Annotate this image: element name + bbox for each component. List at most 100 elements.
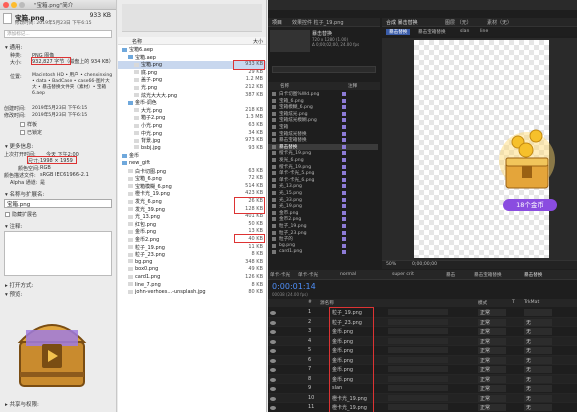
layer-switches[interactable] [388, 404, 448, 410]
project-item[interactable]: 粒子_23.png [268, 230, 378, 237]
eye-icon[interactable] [270, 320, 276, 325]
label-color-swatch[interactable] [342, 197, 346, 202]
label-color-swatch[interactable] [342, 111, 346, 116]
comments-textarea[interactable] [4, 231, 112, 276]
file-row[interactable]: 背景.jpg 973 KB [118, 137, 266, 145]
file-row[interactable]: 小光.png 63 KB [118, 122, 266, 130]
label-color-swatch[interactable] [342, 151, 346, 156]
file-row[interactable]: box0.png 49 KB [118, 266, 266, 274]
tab-effects[interactable]: 效果控件 粒子_19.png [292, 19, 344, 26]
eye-icon[interactable] [270, 377, 276, 382]
layer-switches[interactable] [388, 366, 448, 372]
file-row[interactable]: card1.png 126 KB [118, 274, 266, 282]
eye-icon[interactable] [270, 330, 276, 334]
timeline-layer-row[interactable]: 7 金币.png 正常无 [268, 365, 577, 375]
tl-tab-5[interactable]: 暴击宝箱替换 [474, 272, 502, 278]
timeline-layer-row[interactable]: 8 金币.png 正常无 [268, 374, 577, 384]
trkmat-select[interactable]: 无 [524, 366, 552, 373]
label-color-swatch[interactable] [342, 92, 346, 96]
label-color-swatch[interactable] [342, 144, 346, 149]
file-row[interactable]: bsbj.jpg 93 KB [118, 145, 266, 153]
project-item[interactable]: 光_15.png [268, 190, 378, 197]
trkmat-select[interactable]: 无 [524, 375, 552, 383]
layer-switches[interactable] [388, 328, 448, 334]
comp-tab-1[interactable]: 暴击宝箱替换 [418, 29, 446, 35]
tl-tab-2[interactable]: normal [340, 272, 356, 277]
file-row[interactable]: 粒子_23.png 8 KB [118, 251, 266, 259]
layer-switches[interactable] [388, 375, 448, 382]
project-item[interactable]: 粒子_19.png [268, 223, 378, 230]
proj-col-name[interactable]: 名称 [280, 83, 289, 89]
label-color-swatch[interactable] [342, 217, 346, 222]
label-color-swatch[interactable] [342, 98, 346, 103]
file-row[interactable]: 光.png 212 KB [118, 84, 266, 92]
file-row[interactable]: 粒子_19.png 11 KB [118, 244, 266, 252]
tab-project[interactable]: 项目 [272, 19, 282, 26]
project-item[interactable]: 宝箱炫光替换 [268, 131, 378, 138]
folder-row[interactable]: 金币-调色 [118, 99, 266, 107]
file-row[interactable]: 白卡切图.png 63 KB [118, 168, 266, 176]
timeline-layer-row[interactable]: 5 金币.png 正常无 [268, 346, 577, 356]
trkmat-select[interactable]: 无 [524, 347, 552, 354]
trkmat-select[interactable] [524, 309, 552, 316]
timeline-layer-row[interactable]: 9 slan 正常无 [268, 384, 577, 394]
name-input[interactable]: 宝箱.png [4, 199, 112, 208]
timeline-layer-row[interactable]: 1 粒子_19.png 正常 [268, 308, 577, 318]
project-item[interactable]: card1.png [268, 249, 378, 256]
proj-col-label[interactable]: 注释 [348, 83, 357, 89]
trkmat-select[interactable]: 无 [524, 385, 552, 392]
label-color-swatch[interactable] [342, 230, 346, 235]
layer-switches[interactable] [388, 356, 448, 363]
tab-composition[interactable]: 合成 暴击替换 [386, 19, 418, 26]
tl-col-trkmat[interactable]: TrkMat [524, 300, 539, 305]
label-color-swatch[interactable] [342, 138, 346, 143]
file-row[interactable]: bg.png 348 KB [118, 259, 266, 267]
project-search-input[interactable] [272, 66, 376, 73]
label-color-swatch[interactable] [342, 191, 346, 195]
label-color-swatch[interactable] [342, 237, 346, 242]
blend-mode-select[interactable]: 正常 [478, 404, 506, 411]
tl-col-mode[interactable]: 模式 [478, 300, 487, 306]
label-color-swatch[interactable] [342, 224, 346, 228]
timeline-layer-row[interactable]: 10 橙卡光_19.png 正常无 [268, 393, 577, 403]
timeline-layer-row[interactable]: 6 金币.png 正常无 [268, 355, 577, 365]
trkmat-select[interactable]: 无 [524, 337, 552, 345]
label-color-swatch[interactable] [342, 210, 346, 215]
locked-checkbox[interactable] [20, 130, 25, 135]
layer-switches[interactable] [388, 337, 448, 344]
comp-tab-0[interactable]: 暴击替换 [386, 29, 411, 35]
file-row[interactable]: 盖子.png 1.2 MB [118, 76, 266, 84]
tl-tab-6[interactable]: 暴击替换 [524, 272, 542, 278]
timeline-layer-row[interactable]: 11 橙卡光_19.png 正常无 [268, 403, 577, 412]
project-item[interactable]: 金币.png [268, 210, 378, 217]
eye-icon[interactable] [270, 396, 276, 401]
tl-tab-3[interactable]: super crit [392, 272, 414, 277]
project-item[interactable]: 白卡切图%Wd.png [268, 91, 378, 98]
locked-row[interactable]: 已锁定 [20, 129, 42, 136]
blend-mode-select[interactable]: 正常 [478, 366, 506, 373]
zoom-level[interactable]: 50% [386, 262, 396, 267]
blend-mode-select[interactable]: 正常 [478, 375, 506, 383]
tl-col-name[interactable]: 源名称 [320, 300, 334, 306]
minimize-icon[interactable] [11, 2, 17, 8]
blend-mode-select[interactable]: 正常 [478, 309, 506, 316]
eye-icon[interactable] [270, 339, 276, 344]
eye-icon[interactable] [270, 406, 276, 410]
project-item[interactable]: 宝箱_6.png [268, 98, 378, 105]
file-row[interactable]: 大光.png 218 KB [118, 107, 266, 115]
eye-icon[interactable] [270, 311, 276, 315]
blend-mode-select[interactable]: 正常 [478, 318, 506, 326]
tab-footage[interactable]: 素材（无） [487, 19, 512, 26]
layer-switches[interactable] [388, 347, 448, 353]
label-color-swatch[interactable] [342, 105, 346, 110]
label-color-swatch[interactable] [342, 131, 346, 136]
blend-mode-select[interactable]: 正常 [478, 337, 506, 345]
label-color-swatch[interactable] [342, 158, 346, 162]
label-color-swatch[interactable] [342, 250, 346, 255]
trkmat-select[interactable]: 无 [524, 356, 552, 364]
blend-mode-select[interactable]: 正常 [478, 328, 506, 335]
project-item[interactable]: 宝箱模糊_6.png [268, 104, 378, 111]
project-item[interactable]: 橙卡光_19.png [268, 150, 378, 157]
trkmat-select[interactable]: 无 [524, 394, 552, 402]
label-color-swatch[interactable] [342, 184, 346, 189]
